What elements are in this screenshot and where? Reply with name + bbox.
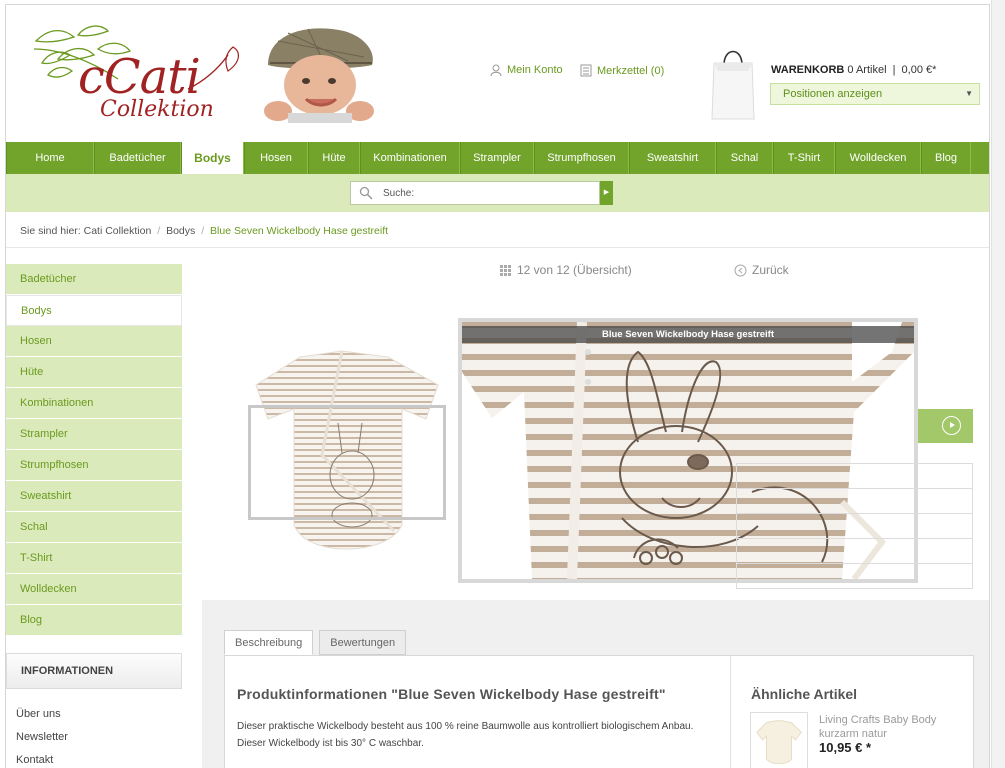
sidebar-item-tshirt[interactable]: T-Shirt xyxy=(6,543,182,574)
search-submit-button[interactable]: ▶ xyxy=(600,181,613,205)
nav-item-blog[interactable]: Blog xyxy=(921,142,971,174)
baby-photo xyxy=(264,28,374,123)
sidebar-item-blog[interactable]: Blog xyxy=(6,605,182,636)
grid-icon xyxy=(500,264,511,276)
table-row xyxy=(737,514,972,539)
product-detail-table xyxy=(736,463,973,589)
breadcrumb-item-home[interactable]: Cati Collektion xyxy=(84,225,152,237)
wishlist-label: Merkzettel (0) xyxy=(597,64,665,77)
nav-item-bodys[interactable]: Bodys xyxy=(181,142,244,174)
nav-item-kombinationen[interactable]: Kombinationen xyxy=(360,142,460,174)
product-info-title: Produktinformationen "Blue Seven Wickelb… xyxy=(237,686,666,702)
account-link[interactable]: Mein Konto xyxy=(490,64,563,76)
breadcrumb-item-bodys[interactable]: Bodys xyxy=(166,225,195,237)
sidebar-item-strumpfhosen[interactable]: Strumpfhosen xyxy=(6,450,182,481)
back-label: Zurück xyxy=(752,263,789,277)
nav-item-schal[interactable]: Schal xyxy=(716,142,773,174)
info-section-title: INFORMATIONEN xyxy=(6,653,182,689)
info-link-about[interactable]: Über uns xyxy=(16,703,68,726)
nav-item-tshirt[interactable]: T-Shirt xyxy=(773,142,835,174)
sidebar-item-sweatshirt[interactable]: Sweatshirt xyxy=(6,481,182,512)
arrow-right-circle-icon xyxy=(942,416,961,435)
nav-item-home[interactable]: Home xyxy=(6,142,94,174)
back-arrow-icon xyxy=(734,264,747,276)
product-position[interactable]: 12 von 12 (Übersicht) xyxy=(500,263,632,277)
scrollbar[interactable] xyxy=(991,0,1005,768)
shopping-bag-icon[interactable] xyxy=(708,41,758,121)
nav-item-sweatshirt[interactable]: Sweatshirt xyxy=(629,142,716,174)
tab-beschreibung[interactable]: Beschreibung xyxy=(224,630,314,655)
logo-subword: Collektion xyxy=(100,97,214,122)
back-link[interactable]: Zurück xyxy=(734,263,789,277)
table-row xyxy=(737,489,972,514)
sidebar-item-wolldecken[interactable]: Wolldecken xyxy=(6,574,182,605)
sidebar-item-schal[interactable]: Schal xyxy=(6,512,182,543)
content-divider xyxy=(730,656,731,768)
nav-item-strampler[interactable]: Strampler xyxy=(460,142,534,174)
breadcrumb: Sie sind hier: Cati Collektion / Bodys /… xyxy=(20,225,388,237)
product-description: Dieser praktische Wickelbody besteht aus… xyxy=(237,721,694,749)
breadcrumb-prefix: Sie sind hier: xyxy=(20,225,81,237)
similar-item-image[interactable] xyxy=(750,712,808,768)
cart-total: 0,00 €* xyxy=(901,64,937,76)
breadcrumb-separator: / xyxy=(201,225,205,237)
info-link-contact[interactable]: Kontakt xyxy=(16,749,68,768)
notepad-icon xyxy=(580,64,592,77)
breadcrumb-separator: / xyxy=(157,225,161,237)
main-nav: Home Badetücher Bodys Hosen Hüte Kombina… xyxy=(6,142,989,174)
table-row xyxy=(737,539,972,564)
add-to-cart-button[interactable] xyxy=(918,409,973,443)
nav-item-strumpfhosen[interactable]: Strumpfhosen xyxy=(534,142,629,174)
header: cCati Collektion Mein Konto Merkzettel (… xyxy=(6,5,989,142)
sidebar-item-kombinationen[interactable]: Kombinationen xyxy=(6,388,182,419)
tab-bewertungen[interactable]: Bewertungen xyxy=(319,630,407,655)
chevron-down-icon: ▼ xyxy=(965,89,973,98)
similar-item-price: 10,95 € * xyxy=(819,740,872,755)
nav-item-wolldecken[interactable]: Wolldecken xyxy=(835,142,921,174)
table-row xyxy=(737,464,972,489)
info-link-newsletter[interactable]: Newsletter xyxy=(16,726,68,749)
search-bar: Suche: ▶ xyxy=(6,174,989,212)
sidebar-item-huete[interactable]: Hüte xyxy=(6,357,182,388)
detail-content: Produktinformationen "Blue Seven Wickelb… xyxy=(224,655,974,768)
search-input[interactable]: Suche: xyxy=(350,181,600,205)
nav-item-hosen[interactable]: Hosen xyxy=(244,142,308,174)
cart-positions-select[interactable]: Positionen anzeigen ▼ xyxy=(770,83,980,105)
similar-item-name[interactable]: Living Crafts Baby Body kurzarm natur xyxy=(819,713,959,741)
cart-separator: | xyxy=(892,64,896,76)
zoom-lens[interactable] xyxy=(248,405,446,520)
page-frame: cCati Collektion Mein Konto Merkzettel (… xyxy=(5,4,990,768)
breadcrumb-divider xyxy=(6,247,989,248)
sidebar-item-badetuecher[interactable]: Badetücher xyxy=(6,264,182,295)
sidebar-item-strampler[interactable]: Strampler xyxy=(6,419,182,450)
cart-count: 0 Artikel xyxy=(847,64,887,76)
account-label: Mein Konto xyxy=(507,64,563,76)
sidebar-item-bodys[interactable]: Bodys xyxy=(6,295,182,326)
cart-select-label: Positionen anzeigen xyxy=(783,88,883,100)
search-placeholder: Suche: xyxy=(383,188,415,199)
sidebar-item-hosen[interactable]: Hosen xyxy=(6,326,182,357)
product-position-label: 12 von 12 (Übersicht) xyxy=(517,263,632,277)
cart-summary[interactable]: WARENKORB 0 Artikel | 0,00 €* xyxy=(771,64,936,76)
detail-tabs: Beschreibung Bewertungen xyxy=(224,630,407,655)
info-links: Über uns Newsletter Kontakt xyxy=(16,703,68,768)
search-icon xyxy=(359,186,373,200)
sidebar: Badetücher Bodys Hosen Hüte Kombinatione… xyxy=(6,264,182,636)
breadcrumb-current[interactable]: Blue Seven Wickelbody Hase gestreift xyxy=(210,225,388,237)
user-icon xyxy=(490,64,502,76)
nav-item-badetuecher[interactable]: Badetücher xyxy=(94,142,181,174)
zoom-caption: Blue Seven Wickelbody Hase gestreift xyxy=(462,326,914,343)
wishlist-link[interactable]: Merkzettel (0) xyxy=(580,64,664,77)
nav-item-huete[interactable]: Hüte xyxy=(308,142,360,174)
logo[interactable]: cCati Collektion xyxy=(28,19,248,129)
cart-title: WARENKORB xyxy=(771,64,845,76)
similar-items-title: Ähnliche Artikel xyxy=(751,686,858,702)
